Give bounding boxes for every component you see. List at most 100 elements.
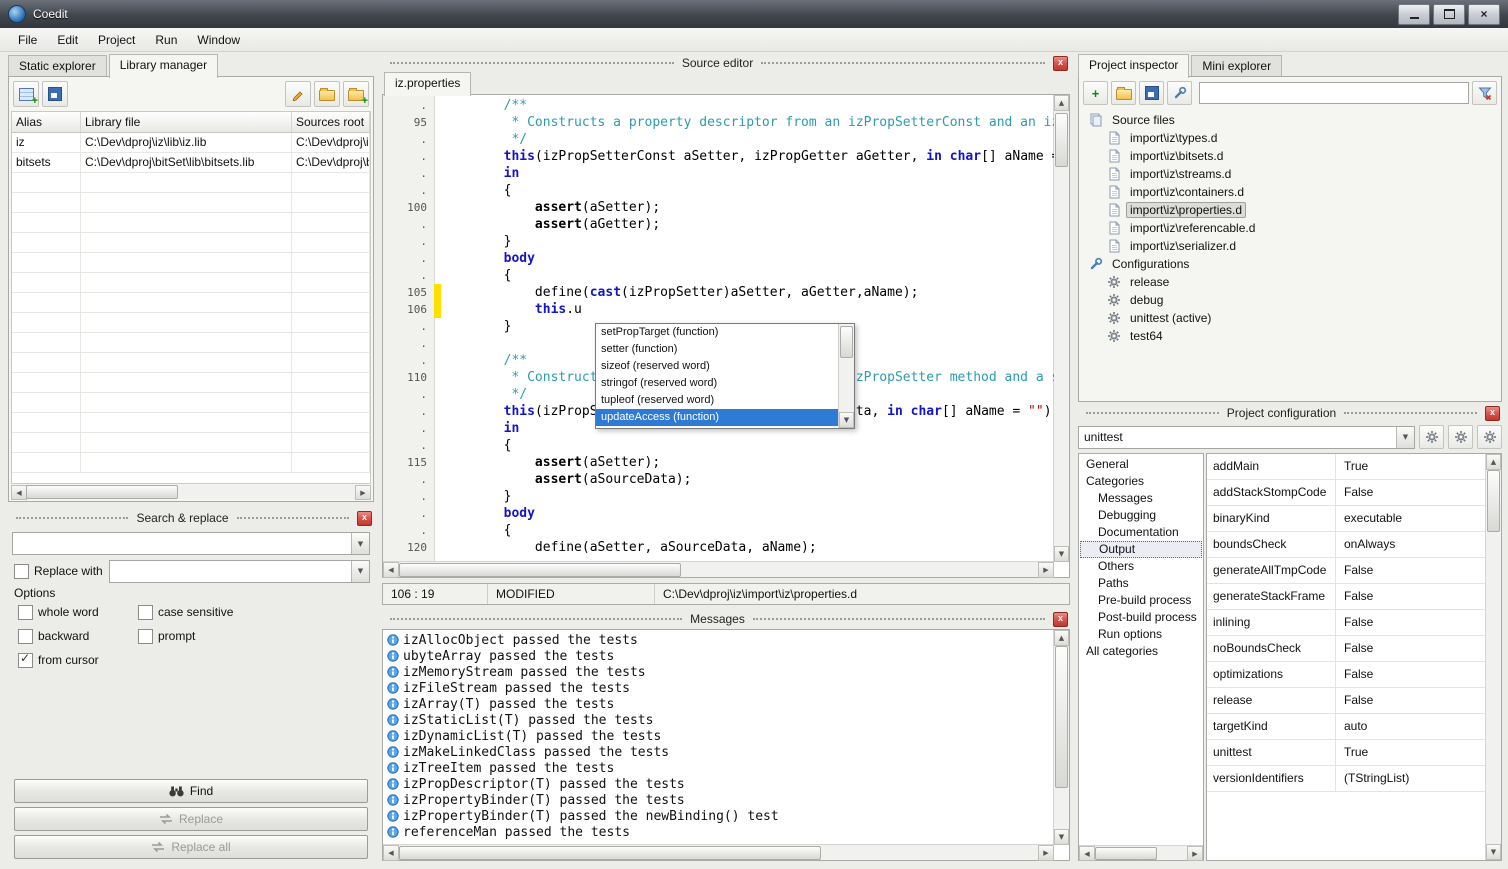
project-tools-button[interactable] [1167,81,1192,105]
property-value[interactable]: False [1336,610,1486,635]
library-hscrollbar[interactable]: ◀ ▶ [11,485,371,499]
tree-item[interactable]: Source files [1083,111,1497,129]
replace-term-combobox[interactable]: ▼ [109,560,370,583]
add-configuration-button[interactable] [1419,425,1444,449]
category-item-paths[interactable]: Paths [1080,575,1202,592]
checkbox-prompt[interactable]: prompt [138,627,364,645]
new-source-button[interactable]: + [1083,81,1108,105]
category-item-general[interactable]: General [1080,456,1202,473]
table-row[interactable] [12,193,370,213]
table-row[interactable] [12,413,370,433]
property-value[interactable]: (TStringList) [1336,766,1486,791]
table-row[interactable] [12,353,370,373]
message-item[interactable]: izAllocObject passed the tests [383,632,1054,648]
tree-item[interactable]: test64 [1083,327,1497,345]
checkbox-from-cursor[interactable]: from cursor [18,651,138,669]
table-row[interactable] [12,253,370,273]
tree-item[interactable]: import\iz\types.d [1083,129,1497,147]
inspector-filter-input[interactable] [1199,82,1469,104]
property-value[interactable]: False [1336,662,1486,687]
configuration-selector[interactable]: unittest ▼ [1078,426,1415,449]
property-row[interactable]: versionIdentifiers(TStringList) [1207,766,1486,792]
inspector-tree[interactable]: Source filesimport\iz\types.dimport\iz\b… [1083,111,1497,397]
tree-item[interactable]: import\iz\properties.d [1083,201,1497,219]
code-editor[interactable]: . /**95 * Constructs a property descript… [382,94,1070,578]
replace-all-button[interactable]: Replace all [14,835,368,859]
completion-item[interactable]: tupleof (reserved word) [596,392,839,409]
table-row[interactable]: izC:\Dev\dproj\iz\lib\iz.libC:\Dev\dproj… [12,133,370,153]
table-row[interactable] [12,173,370,193]
property-row[interactable]: optimizationsFalse [1207,662,1486,688]
table-row[interactable] [12,293,370,313]
property-value[interactable]: True [1336,740,1486,765]
close-config-panel-button[interactable]: x [1485,406,1500,421]
message-item[interactable]: izTreeItem passed the tests [383,760,1054,776]
replace-with-checkbox[interactable]: Replace with [14,562,103,580]
tree-item[interactable]: import\iz\referencable.d [1083,219,1497,237]
category-item-categories[interactable]: Categories [1080,473,1202,490]
editor-hscrollbar[interactable]: ◀ ▶ [383,561,1054,577]
property-row[interactable]: inliningFalse [1207,610,1486,636]
table-row[interactable] [12,393,370,413]
close-search-panel-button[interactable]: x [357,511,372,526]
table-row[interactable] [12,233,370,253]
close-editor-panel-button[interactable]: x [1053,56,1068,71]
category-item-post-build-process[interactable]: Post-build process [1080,609,1202,626]
save-libraries-button[interactable] [42,81,68,107]
message-item[interactable]: izPropDescriptor(T) passed the tests [383,776,1054,792]
menu-item-project[interactable]: Project [88,30,145,50]
search-term-combobox[interactable]: ▼ [12,532,370,555]
minimize-button[interactable] [1398,4,1430,25]
messages-vscrollbar[interactable]: ▲ ▼ [1053,630,1069,845]
dropdown-arrow-icon[interactable]: ▼ [351,561,369,582]
message-item[interactable]: izPropertyBinder(T) passed the tests [383,792,1054,808]
tree-item[interactable]: unittest (active) [1083,309,1497,327]
maximize-button[interactable] [1433,4,1465,25]
property-row[interactable]: addStackStompCodeFalse [1207,480,1486,506]
category-item-documentation[interactable]: Documentation [1080,524,1202,541]
property-row[interactable]: binaryKindexecutable [1207,506,1486,532]
close-button[interactable]: × [1468,4,1500,25]
property-row[interactable]: unittestTrue [1207,740,1486,766]
tab-library-manager[interactable]: Library manager [109,54,218,78]
message-item[interactable]: izDynamicList(T) passed the tests [383,728,1054,744]
tree-item[interactable]: release [1083,273,1497,291]
category-item-output[interactable]: Output [1080,541,1202,558]
tab-mini-explorer[interactable]: Mini explorer [1191,55,1282,77]
property-rows[interactable]: addMainTrueaddStackStompCodeFalsebinaryK… [1207,454,1486,860]
property-value[interactable]: True [1336,454,1486,479]
tree-item[interactable]: import\iz\serializer.d [1083,237,1497,255]
property-row[interactable]: generateAllTmpCodeFalse [1207,558,1486,584]
menu-item-window[interactable]: Window [187,30,250,50]
replace-button[interactable]: Replace [14,807,368,831]
tab-static-explorer[interactable]: Static explorer [8,55,107,77]
property-row[interactable]: addMainTrue [1207,454,1486,480]
menu-item-edit[interactable]: Edit [47,30,88,50]
property-value[interactable]: False [1336,480,1486,505]
table-row[interactable] [12,373,370,393]
table-row[interactable] [12,273,370,293]
tree-item[interactable]: import\iz\streams.d [1083,165,1497,183]
category-item-run-options[interactable]: Run options [1080,626,1202,643]
category-item-messages[interactable]: Messages [1080,490,1202,507]
property-value[interactable]: False [1336,636,1486,661]
close-messages-panel-button[interactable]: x [1053,612,1068,627]
table-row[interactable] [12,453,370,473]
save-project-button[interactable] [1139,81,1164,105]
property-row[interactable]: targetKindauto [1207,714,1486,740]
message-item[interactable]: izPropertyBinder(T) passed the newBindin… [383,808,1054,824]
category-items[interactable]: GeneralCategoriesMessagesDebuggingDocume… [1080,456,1202,845]
menu-item-run[interactable]: Run [145,30,187,50]
message-item[interactable]: ubyteArray passed the tests [383,648,1054,664]
column-header[interactable]: Alias [12,112,81,132]
category-item-debugging[interactable]: Debugging [1080,507,1202,524]
message-item[interactable]: izMakeLinkedClass passed the tests [383,744,1054,760]
tree-item[interactable]: import\iz\containers.d [1083,183,1497,201]
completion-item[interactable]: sizeof (reserved word) [596,358,839,375]
messages-hscrollbar[interactable]: ◀ ▶ [383,844,1054,860]
property-value[interactable]: executable [1336,506,1486,531]
dropdown-arrow-icon[interactable]: ▼ [351,533,369,554]
table-row[interactable] [12,333,370,353]
add-library-from-folder-button[interactable]: + [343,81,369,107]
table-row[interactable] [12,433,370,453]
